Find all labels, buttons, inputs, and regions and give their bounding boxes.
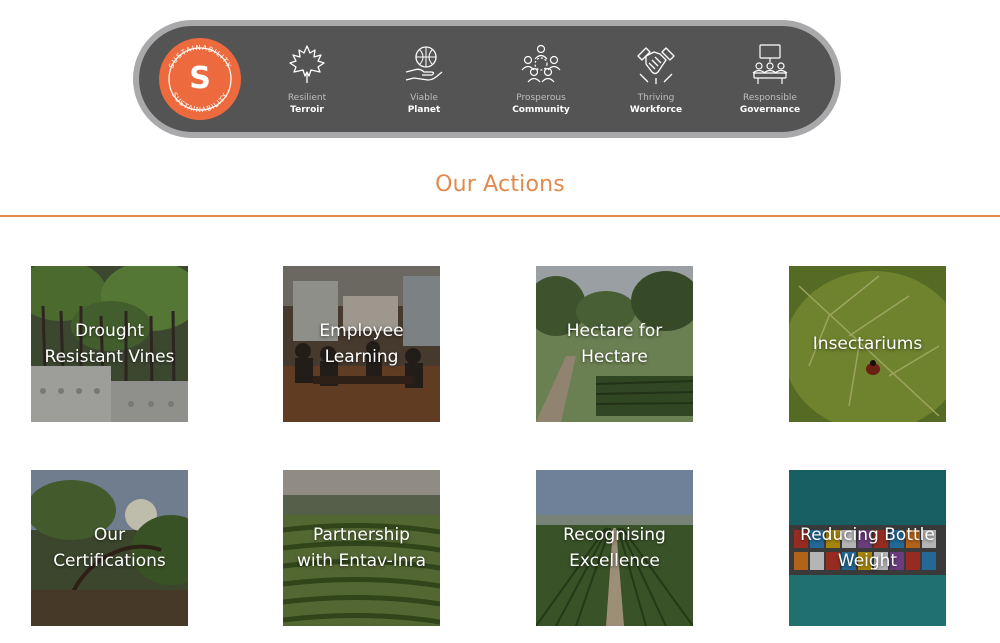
community-people-icon [521,44,561,83]
tile-reducing-bottle-weight[interactable]: Reducing Bottle Weight [789,470,946,626]
pillar-top-label: Viable [410,93,438,103]
tile-employee-learning[interactable]: Employee Learning [283,266,440,422]
tile-label: Reducing Bottle Weight [800,525,935,571]
sustainability-pillars-banner: SUSTAINABILITY SUSTAINABILITY S Resilien… [133,20,841,138]
tile-label: Drought Resistant Vines [44,321,175,367]
tile-label: Hectare for Hectare [566,321,663,367]
tile-hectare-for-hectare[interactable]: Hectare for Hectare [536,266,693,422]
pillar-main-label: Planet [407,105,441,115]
boardroom-meeting-icon [752,44,788,84]
pillar-prosperous-community[interactable]: Prosperous Community [486,42,596,126]
tile-label: Recognising Excellence [563,525,666,571]
handshake-icon [637,47,675,84]
pillar-top-label: Thriving [637,93,675,103]
pillar-main-label: Governance [739,105,801,115]
pillar-top-label: Resilient [287,93,327,103]
section-divider [0,215,1000,217]
sustainability-badge[interactable]: SUSTAINABILITY SUSTAINABILITY S [159,38,241,120]
maple-leaf-icon [289,45,325,83]
hand-globe-puzzle-icon [405,46,443,81]
pillar-thriving-workforce[interactable]: Thriving Workforce [601,42,711,126]
pillar-main-label: Terroir [290,105,324,115]
tile-partnership-entav-inra[interactable]: Partnership with Entav-Inra [283,470,440,626]
tile-label: Employee Learning [319,321,404,367]
pillar-resilient-terroir[interactable]: Resilient Terroir [252,42,362,126]
tile-label: Our Certifications [53,525,166,571]
tile-insectariums[interactable]: Insectariums [789,266,946,422]
tile-label: Insectariums [812,334,923,354]
section-title: Our Actions [435,172,565,197]
tile-drought-resistant-vines[interactable]: Drought Resistant Vines [31,266,188,422]
tile-our-certifications[interactable]: Our Certifications [31,470,188,626]
pillar-responsible-governance[interactable]: Responsible Governance [715,42,825,126]
pillar-top-label: Prosperous [516,93,566,103]
tile-recognising-excellence[interactable]: Recognising Excellence [536,470,693,626]
pillar-viable-planet[interactable]: Viable Planet [369,42,479,126]
tile-label: Partnership with Entav-Inra [296,525,426,571]
badge-letter: S [189,61,211,96]
pillar-top-label: Responsible [743,93,797,103]
pillar-main-label: Community [512,105,570,115]
pillar-main-label: Workforce [629,105,683,115]
